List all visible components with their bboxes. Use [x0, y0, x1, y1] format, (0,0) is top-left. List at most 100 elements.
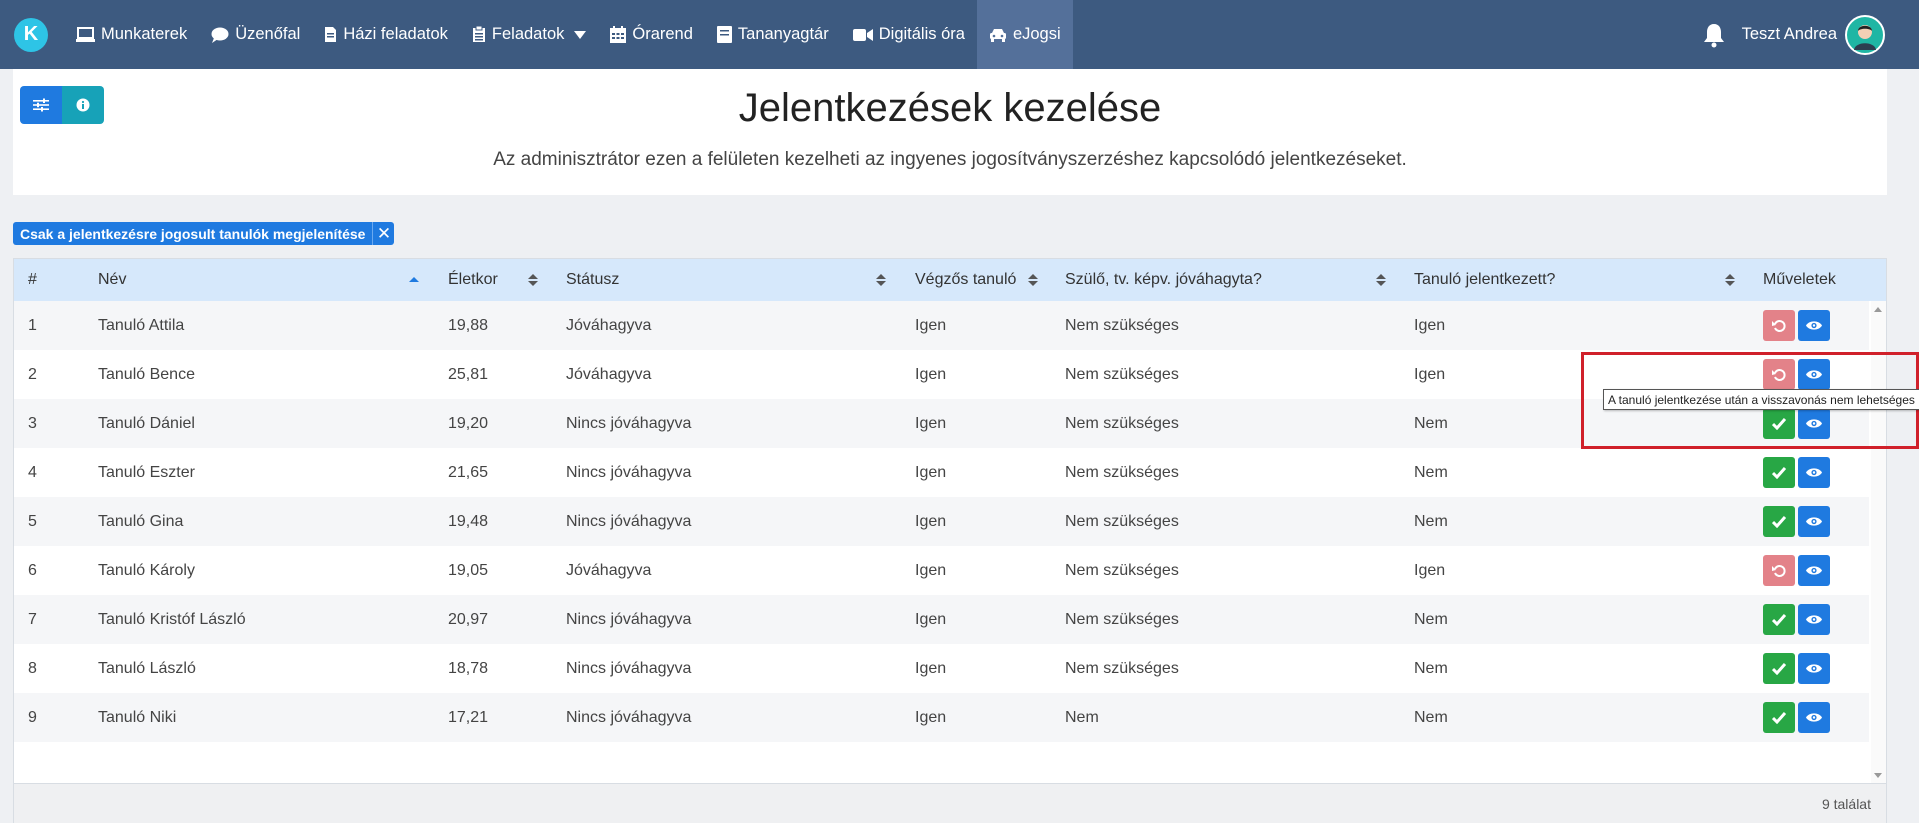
column-header-parent-approved[interactable]: Szülő, tv. képv. jóváhagyta? — [1065, 259, 1262, 301]
cell-final-year: Igen — [915, 708, 947, 726]
table-row: 6 Tanuló Károly 19,05 Jóváhagyva Igen Nem szü… — [14, 546, 1869, 595]
cell-index: 3 — [28, 414, 37, 432]
nav-item-tananyagtar[interactable]: Tananyagtár — [705, 0, 841, 69]
approve-button[interactable] — [1763, 604, 1795, 635]
view-button[interactable] — [1798, 506, 1830, 537]
revert-button[interactable] — [1763, 310, 1795, 341]
cell-final-year: Igen — [915, 316, 947, 334]
undo-icon — [1772, 564, 1786, 577]
cell-applied: Nem — [1414, 463, 1448, 481]
cell-final-year: Igen — [915, 463, 947, 481]
approve-button[interactable] — [1763, 506, 1795, 537]
undo-icon — [1772, 319, 1786, 332]
scroll-up-icon[interactable] — [1874, 307, 1882, 312]
cell-age: 19,88 — [448, 316, 489, 334]
cell-applied: Nem — [1414, 708, 1448, 726]
column-header-status[interactable]: Státusz — [566, 259, 619, 301]
nav-label: eJogsi — [1012, 25, 1061, 43]
cell-name: Tanuló Attila — [98, 316, 185, 334]
approve-button[interactable] — [1763, 653, 1795, 684]
cell-name: Tanuló Niki — [98, 708, 177, 726]
eye-icon — [1806, 517, 1822, 526]
view-button[interactable] — [1798, 604, 1830, 635]
cell-parent-approved: Nem szükséges — [1065, 414, 1179, 432]
table-footer: 9 találat — [14, 783, 1886, 823]
sort-icon[interactable] — [528, 274, 538, 288]
nav-item-orarend[interactable]: Órarend — [598, 0, 705, 69]
column-header-index: # — [28, 259, 37, 301]
column-header-age[interactable]: Életkor — [448, 259, 498, 301]
row-actions — [1763, 604, 1833, 635]
user-area: Teszt Andrea — [1702, 0, 1885, 69]
checkmark-icon — [1772, 711, 1786, 724]
cell-index: 1 — [28, 316, 37, 334]
view-button[interactable] — [1798, 310, 1830, 341]
cell-status: Nincs jóváhagyva — [566, 610, 692, 628]
cell-age: 17,21 — [448, 708, 489, 726]
view-button[interactable] — [1798, 457, 1830, 488]
view-button[interactable] — [1798, 555, 1830, 586]
approve-button[interactable] — [1763, 702, 1795, 733]
cell-status: Nincs jóváhagyva — [566, 708, 692, 726]
nav-item-uzenofal[interactable]: Üzenőfal — [199, 0, 312, 69]
cell-status: Nincs jóváhagyva — [566, 414, 692, 432]
cell-applied: Nem — [1414, 414, 1448, 432]
nav-item-munkaterek[interactable]: Munkaterek — [64, 0, 199, 69]
user-name[interactable]: Teszt Andrea — [1742, 25, 1837, 44]
cell-parent-approved: Nem szükséges — [1065, 365, 1179, 383]
nav-item-hazi-feladatok[interactable]: Házi feladatok — [312, 0, 460, 69]
nav-label: Digitális óra — [878, 25, 965, 43]
sort-icon[interactable] — [1376, 274, 1386, 288]
cell-name: Tanuló Károly — [98, 561, 195, 579]
nav-label: Órarend — [632, 25, 693, 43]
row-actions — [1763, 506, 1833, 537]
app-logo[interactable]: K — [14, 17, 48, 52]
cell-name: Tanuló Gina — [98, 512, 184, 530]
cell-applied: Nem — [1414, 610, 1448, 628]
eye-icon — [1806, 664, 1822, 673]
column-header-label: Státusz — [566, 271, 620, 288]
laptop-icon — [76, 26, 95, 42]
sort-icon[interactable] — [1028, 274, 1038, 288]
cell-index: 6 — [28, 561, 37, 579]
cell-final-year: Igen — [915, 610, 947, 628]
nav-label: Munkaterek — [101, 25, 188, 43]
cell-index: 2 — [28, 365, 37, 383]
column-header-name[interactable]: Név — [98, 259, 126, 301]
column-header-applied[interactable]: Tanuló jelentkezett? — [1414, 259, 1555, 301]
cell-final-year: Igen — [915, 512, 947, 530]
scroll-down-icon[interactable] — [1874, 773, 1882, 778]
eye-icon — [1806, 321, 1822, 330]
nav-item-feladatok[interactable]: Feladatok — [460, 0, 598, 69]
row-actions — [1763, 555, 1833, 586]
close-icon[interactable]: ✕ — [372, 222, 394, 245]
sort-icon[interactable] — [1725, 274, 1735, 288]
logo-letter: K — [23, 23, 39, 45]
table-row: 4 Tanuló Eszter 21,65 Nincs jóváhagyva Igen N… — [14, 448, 1869, 497]
sort-asc-icon[interactable] — [409, 274, 419, 288]
chat-bubble-icon — [211, 27, 229, 43]
approve-button[interactable] — [1763, 457, 1795, 488]
view-button[interactable] — [1798, 653, 1830, 684]
cell-age: 21,65 — [448, 463, 489, 481]
page-header: Jelentkezések kezelése Az adminisztrátor… — [13, 69, 1887, 195]
view-button[interactable] — [1798, 702, 1830, 733]
nav-item-digitalis-ora[interactable]: Digitális óra — [841, 0, 977, 69]
cell-applied: Igen — [1414, 365, 1446, 383]
nav-menu: Munkaterek Üzenőfal Házi feladatok Felad… — [64, 0, 1073, 69]
revert-button[interactable] — [1763, 555, 1795, 586]
bell-icon[interactable] — [1702, 22, 1726, 48]
row-actions — [1763, 702, 1833, 733]
calendar-icon — [610, 26, 627, 43]
avatar[interactable] — [1845, 14, 1885, 55]
cell-index: 9 — [28, 708, 37, 726]
book-icon — [716, 26, 732, 43]
column-header-final-year[interactable]: Végzős tanuló — [915, 259, 1016, 301]
tooltip-text: A tanuló jelentkezése után a visszavonás… — [1608, 392, 1915, 407]
cell-age: 19,48 — [448, 512, 489, 530]
column-header-label: Név — [98, 271, 127, 288]
nav-item-ejogsi[interactable]: eJogsi — [976, 0, 1073, 69]
sort-icon[interactable] — [876, 274, 886, 288]
cell-parent-approved: Nem szükséges — [1065, 561, 1179, 579]
column-header-label: Tanuló jelentkezett? — [1414, 271, 1556, 288]
